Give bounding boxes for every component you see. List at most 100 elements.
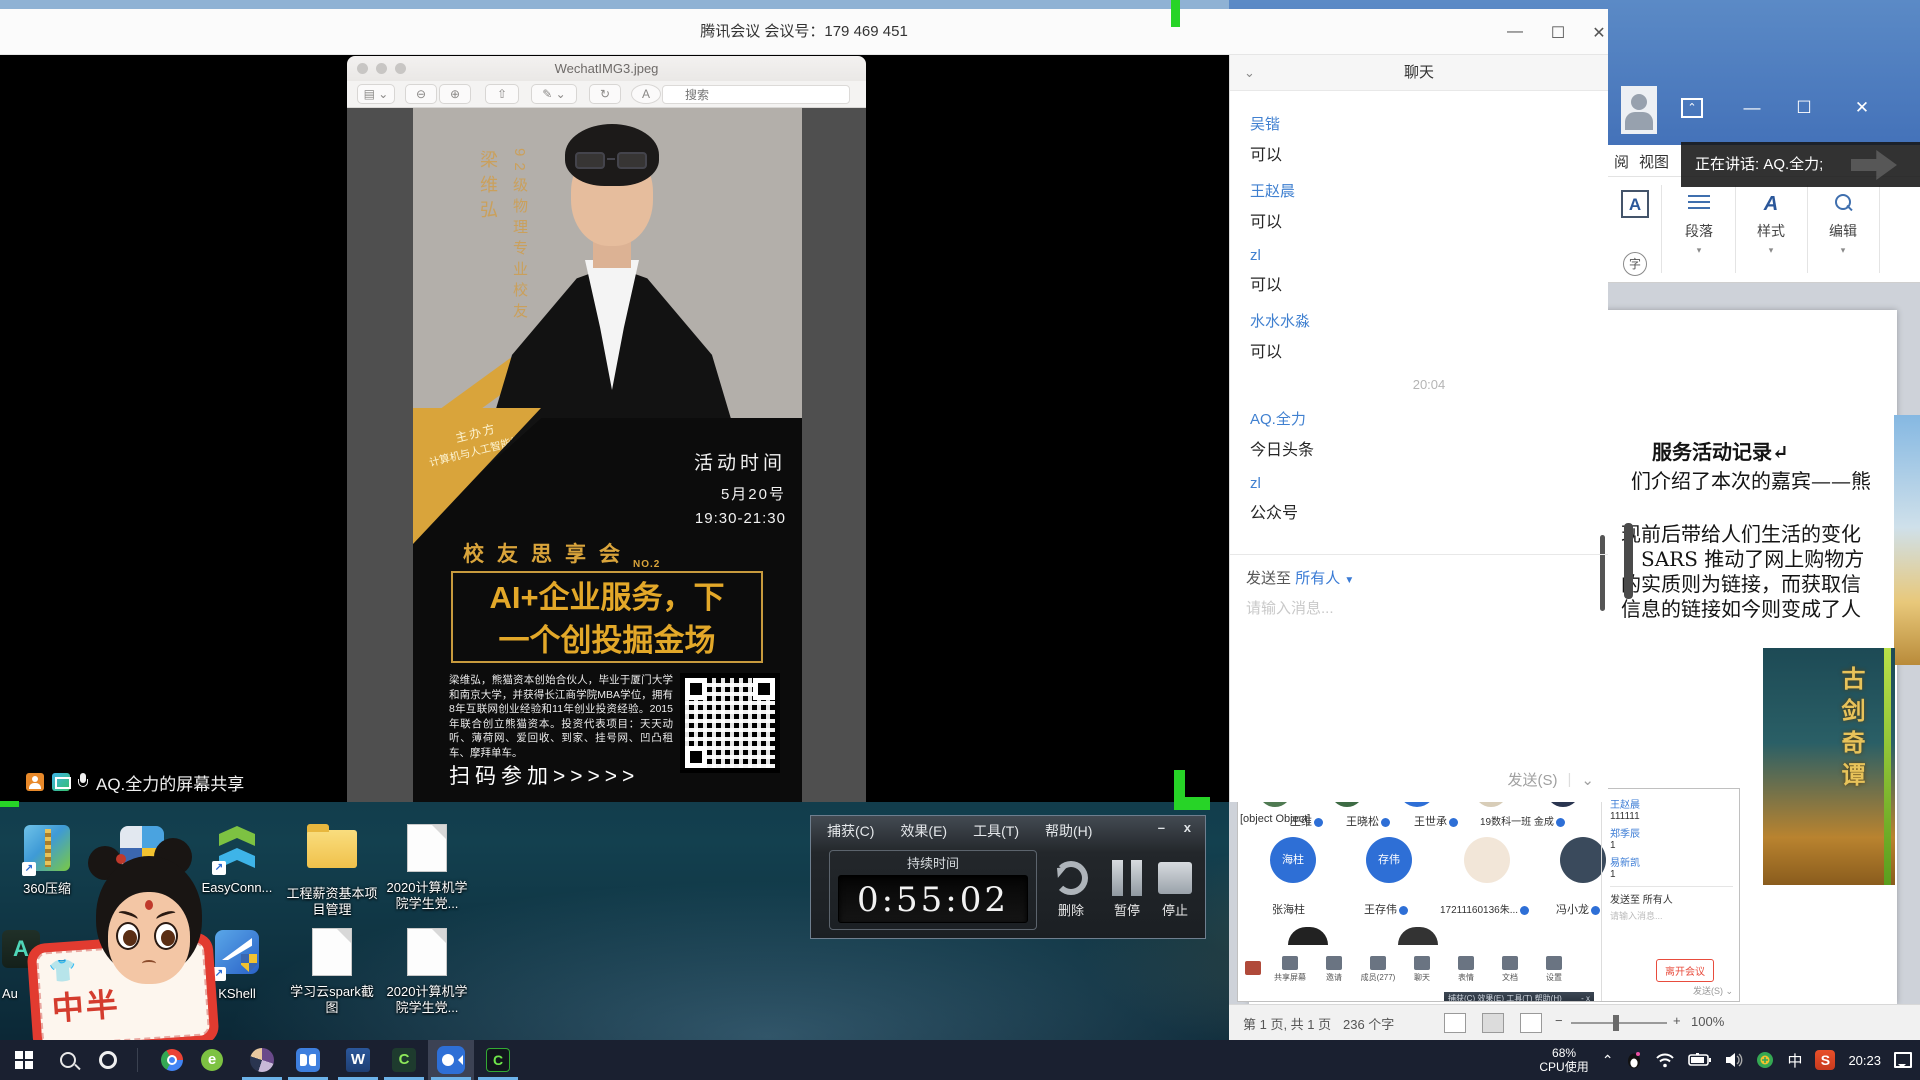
start-button[interactable] bbox=[4, 1040, 44, 1080]
web-layout-icon[interactable] bbox=[1520, 1013, 1542, 1033]
read-mode-icon[interactable] bbox=[1444, 1013, 1466, 1033]
taskbar-camtasia[interactable]: C bbox=[384, 1040, 424, 1080]
menu-tools[interactable]: 工具(T) bbox=[973, 821, 1019, 841]
wifi-icon[interactable] bbox=[1655, 1052, 1675, 1068]
sender-name[interactable]: zl bbox=[1250, 475, 1608, 492]
font-box[interactable]: A bbox=[1621, 190, 1649, 218]
recorder-minimize-button[interactable]: – bbox=[1158, 820, 1165, 835]
taskbar-word[interactable]: W bbox=[338, 1040, 378, 1080]
chat-input[interactable] bbox=[1246, 600, 1557, 617]
chevron-down-icon[interactable]: ⌄ bbox=[1244, 55, 1255, 91]
preview-search-input[interactable] bbox=[662, 85, 850, 104]
scrollbar-thumb[interactable] bbox=[1624, 523, 1633, 599]
send-options-chevron-icon[interactable]: ⌄ bbox=[1581, 771, 1594, 789]
qq-icon[interactable] bbox=[1626, 1051, 1642, 1069]
sogou-icon[interactable]: S bbox=[1815, 1050, 1835, 1070]
word-minimize-button[interactable]: — bbox=[1735, 98, 1769, 118]
page-info: 第 1 页, 共 1 页 bbox=[1243, 1014, 1331, 1033]
action-center-icon[interactable] bbox=[1894, 1052, 1912, 1068]
chat-button[interactable]: 聊天 bbox=[1400, 956, 1444, 983]
delete-button[interactable]: 删除 bbox=[1043, 856, 1099, 919]
event-poster: 梁维弘 92级物理专业校友 主办方 计算机与人工智能学院 活动时间 5月20号 bbox=[413, 108, 802, 802]
cortana-button[interactable] bbox=[90, 1040, 126, 1080]
sender-name[interactable]: zl bbox=[1250, 247, 1608, 264]
search-icon bbox=[60, 1052, 76, 1068]
desktop-icon-360zip[interactable]: ↗ 360压缩 bbox=[1, 822, 93, 897]
sender-name[interactable]: 水水水淼 bbox=[1250, 310, 1608, 331]
menu-help[interactable]: 帮助(H) bbox=[1045, 821, 1092, 841]
sidebar-toggle-button[interactable]: ▤ ⌄ bbox=[357, 84, 395, 104]
share-button[interactable]: ⇧ bbox=[485, 84, 519, 104]
word-close-button[interactable]: ✕ bbox=[1845, 98, 1879, 118]
meeting-titlebar: 腾讯会议 会议号：179 469 451 — ☐ ✕ bbox=[0, 9, 1608, 55]
invite-button[interactable]: 邀请 bbox=[1312, 956, 1356, 983]
shortcut-arrow-icon: ↗ bbox=[22, 862, 36, 876]
taskbar-clock[interactable]: 20:23 bbox=[1848, 1053, 1881, 1068]
annotate-button[interactable]: A bbox=[631, 84, 661, 104]
meeting-close-button[interactable]: ✕ bbox=[1584, 23, 1614, 43]
menu-effects[interactable]: 效果(E) bbox=[900, 821, 947, 841]
sender-name[interactable]: AQ.全力 bbox=[1250, 408, 1608, 429]
ime-indicator[interactable]: 中 bbox=[1787, 1050, 1802, 1071]
chat-messages[interactable]: 吴锴 可以 王赵晨 可以 zl 可以 水水水淼 可以 20:04 AQ.全力 bbox=[1230, 91, 1608, 554]
taskbar-recorder[interactable]: C bbox=[478, 1040, 518, 1080]
rotate-button[interactable]: ↻ bbox=[589, 84, 621, 104]
zoom-out-button[interactable]: − bbox=[1555, 1013, 1563, 1028]
word-maximize-button[interactable]: ☐ bbox=[1787, 98, 1821, 118]
emoji-button[interactable]: 表情 bbox=[1444, 956, 1488, 983]
sender-name[interactable]: 王赵晨 bbox=[1250, 180, 1608, 201]
taskbar-app-photo[interactable] bbox=[242, 1040, 282, 1080]
settings-button[interactable]: 设置 bbox=[1532, 956, 1576, 983]
word-count[interactable]: 236 个字 bbox=[1343, 1014, 1394, 1033]
camera-off-icon[interactable] bbox=[1238, 961, 1268, 977]
taskbar-tencent-meeting[interactable] bbox=[428, 1040, 474, 1080]
chevron-down-icon[interactable]: ▼ bbox=[1344, 575, 1354, 586]
taskbar-reader-app[interactable] bbox=[288, 1040, 328, 1080]
send-to-selector[interactable]: 所有人 bbox=[1295, 570, 1340, 587]
cpu-meter[interactable]: 68% CPU使用 bbox=[1539, 1046, 1588, 1074]
send-button[interactable]: 发送(S) bbox=[1508, 769, 1558, 790]
taskbar-chrome[interactable] bbox=[152, 1040, 192, 1080]
battery-icon[interactable] bbox=[1688, 1053, 1712, 1067]
meeting-minimize-button[interactable]: — bbox=[1500, 23, 1530, 41]
speaker-icon[interactable] bbox=[1725, 1052, 1743, 1068]
ribbon-group-styles[interactable]: A 样式 ▾ bbox=[1739, 187, 1803, 256]
mac-minimize-button[interactable] bbox=[376, 63, 387, 74]
desktop-icon-doc2[interactable]: 学习云spark截图 bbox=[286, 926, 378, 1016]
desktop-icon-folder[interactable]: 工程薪资基本项目管理 bbox=[286, 822, 378, 918]
mac-close-button[interactable] bbox=[357, 63, 368, 74]
zoom-slider-thumb[interactable] bbox=[1613, 1015, 1619, 1031]
zoom-level[interactable]: 100% bbox=[1691, 1014, 1724, 1029]
zoom-out-button[interactable]: ⊖ bbox=[405, 84, 437, 104]
word-account-avatar[interactable] bbox=[1621, 86, 1657, 134]
hidden-icons-chevron[interactable]: ⌃ bbox=[1602, 1052, 1614, 1069]
mac-zoom-button[interactable] bbox=[395, 63, 406, 74]
desktop-icon-doc1[interactable]: 2020计算机学院学生党... bbox=[381, 822, 473, 912]
ribbon-group-paragraph[interactable]: 段落 ▾ bbox=[1667, 187, 1731, 256]
zoom-slider[interactable] bbox=[1571, 1022, 1667, 1024]
print-layout-icon[interactable] bbox=[1482, 1013, 1504, 1033]
360-safe-icon[interactable] bbox=[1756, 1051, 1774, 1069]
character-tool[interactable]: 字 bbox=[1623, 252, 1647, 276]
markup-pen-button[interactable]: ✎ ⌄ bbox=[531, 84, 577, 104]
styles-icon: A bbox=[1764, 193, 1778, 216]
zoom-in-button[interactable]: + bbox=[1673, 1013, 1681, 1028]
sender-name[interactable]: 吴锴 bbox=[1250, 113, 1608, 134]
zoom-in-button[interactable]: ⊕ bbox=[439, 84, 471, 104]
meeting-maximize-button[interactable]: ☐ bbox=[1543, 23, 1573, 43]
ribbon-group-editing[interactable]: 编辑 ▾ bbox=[1811, 187, 1875, 256]
meeting-toolbar: 共享屏幕 邀请 成员(277) 聊天 表情 文档 设置 bbox=[1238, 947, 1601, 991]
tab-review[interactable]: 阅 bbox=[1614, 151, 1629, 172]
docs-button[interactable]: 文档 bbox=[1488, 956, 1532, 983]
stop-button[interactable]: 停止 bbox=[1147, 856, 1203, 919]
share-screen-button[interactable]: 共享屏幕 bbox=[1268, 956, 1312, 983]
tab-view[interactable]: 视图 bbox=[1639, 151, 1669, 172]
members-button[interactable]: 成员(277) bbox=[1356, 956, 1400, 983]
menu-capture[interactable]: 捕获(C) bbox=[827, 821, 874, 841]
doc-heading: 服务活动记录↵ bbox=[1652, 436, 1789, 465]
taskbar-360browser[interactable]: e bbox=[192, 1040, 232, 1080]
desktop-icon-doc3[interactable]: 2020计算机学院学生党... bbox=[381, 926, 473, 1016]
ribbon-display-options-icon[interactable]: ⌃ bbox=[1681, 98, 1703, 118]
taskbar-search-button[interactable] bbox=[50, 1040, 86, 1080]
recorder-close-button[interactable]: x bbox=[1184, 820, 1191, 835]
